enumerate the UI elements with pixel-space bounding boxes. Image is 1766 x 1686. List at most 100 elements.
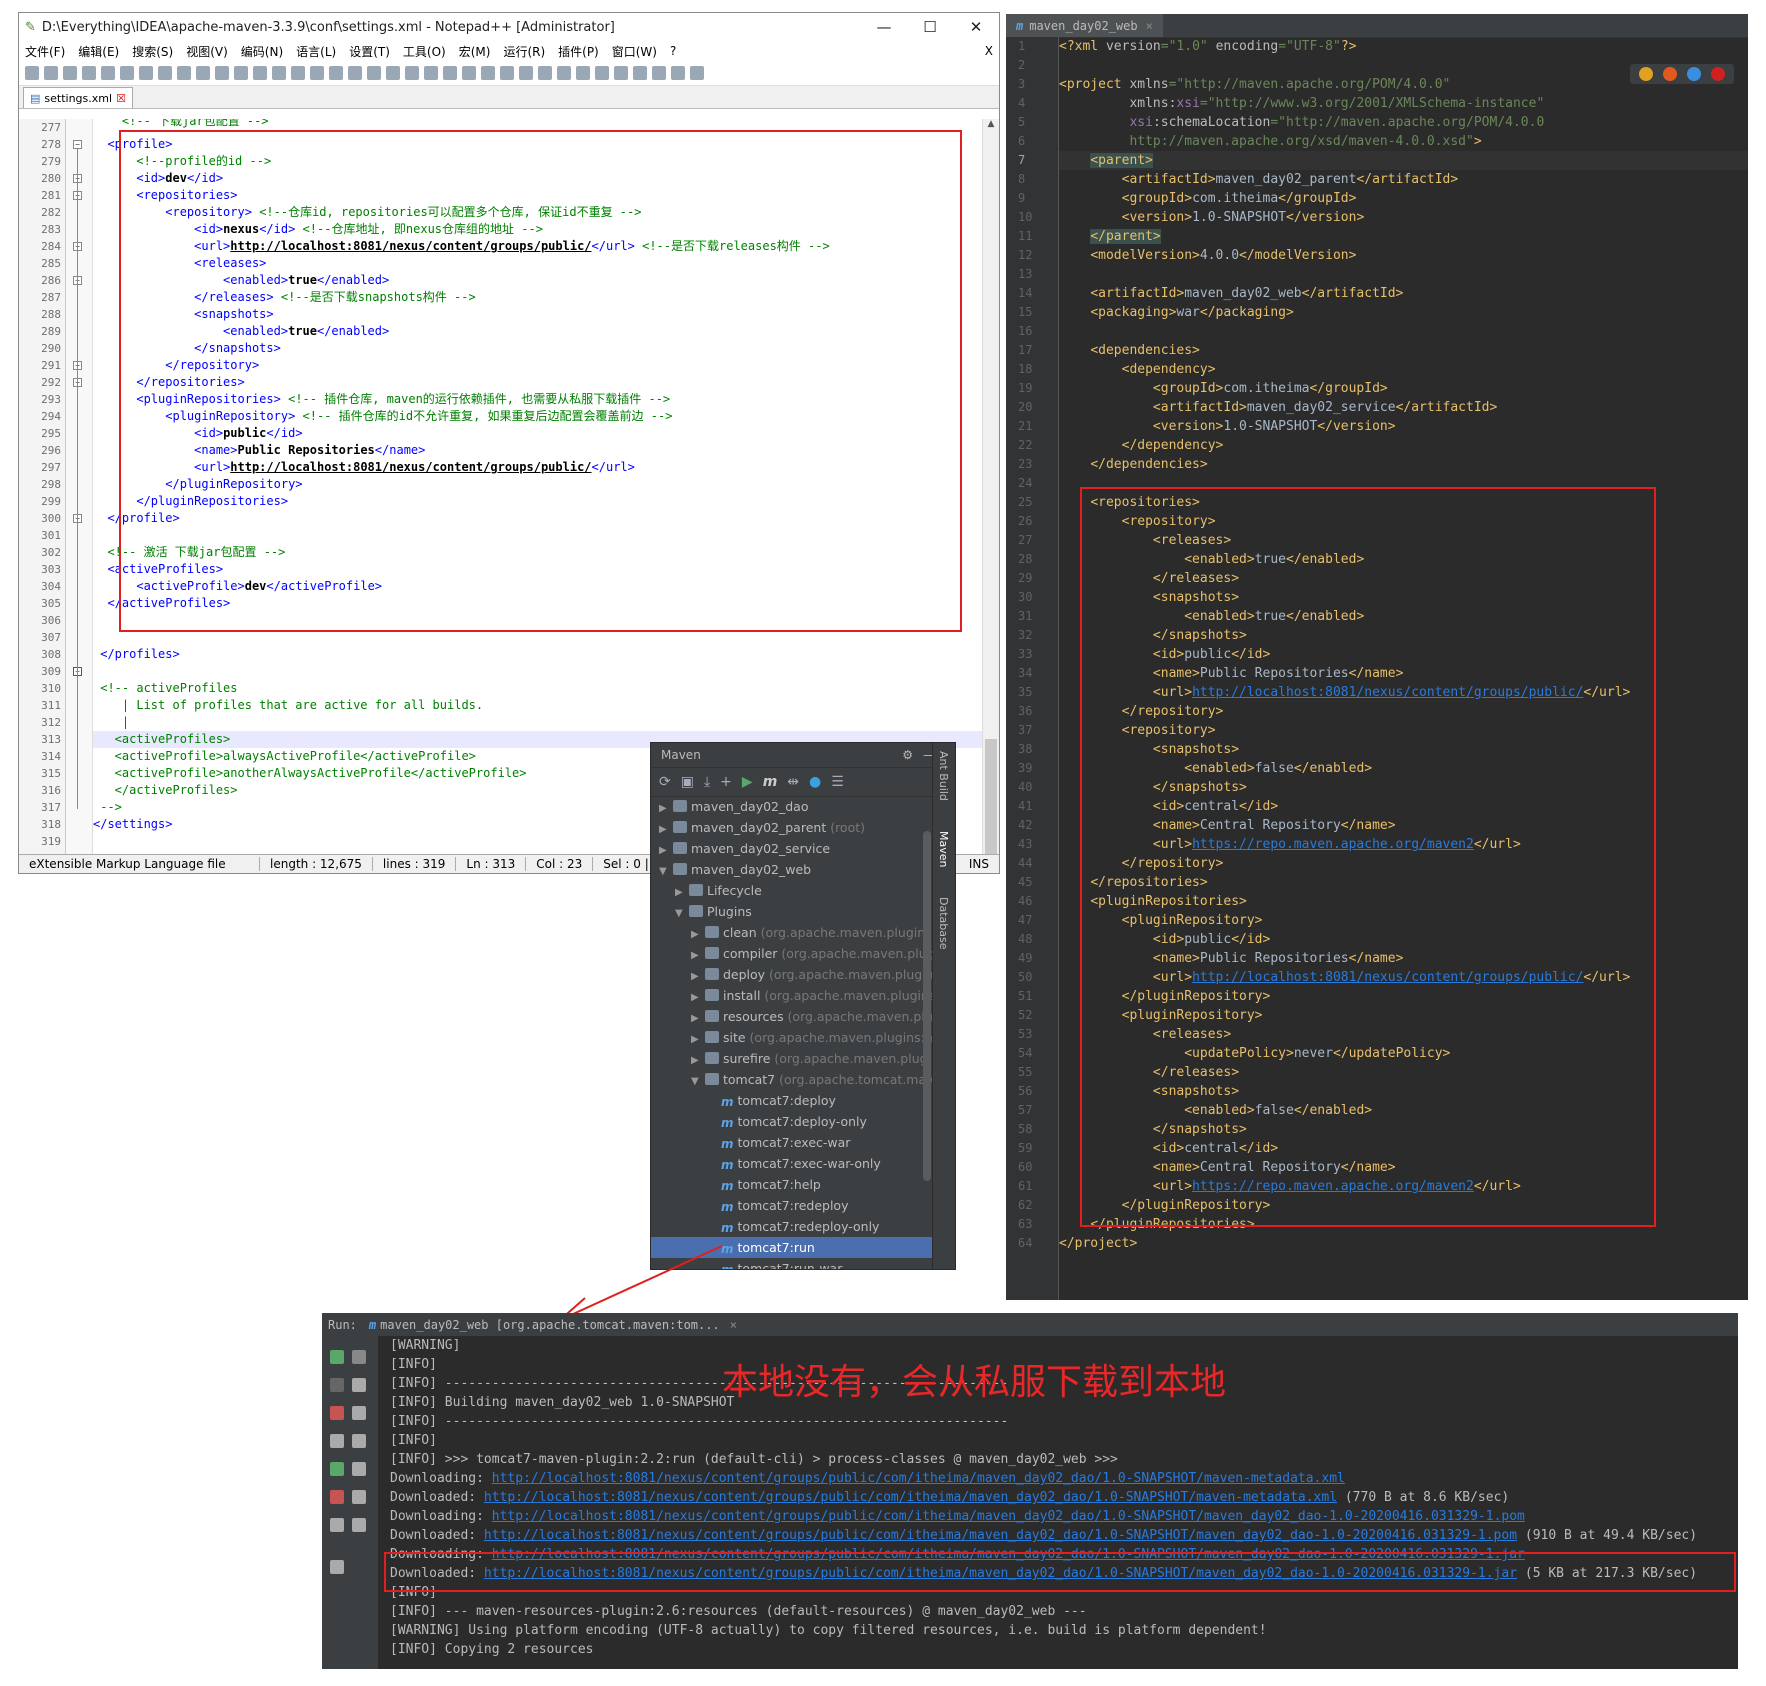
maven-goal-item[interactable]: m tomcat7:deploy [651,1090,933,1111]
tab-close-icon[interactable]: × [1146,19,1153,33]
expand-arrow-icon[interactable]: ▼ [691,1071,705,1090]
expand-arrow-icon[interactable]: ▶ [691,924,705,943]
toolbar-button-icon[interactable] [101,66,115,80]
execute-goal-icon[interactable]: m [763,774,778,790]
maven-goal-item[interactable]: m tomcat7:redeploy-only [651,1216,933,1237]
chrome-icon[interactable] [1639,67,1653,81]
expand-arrow-icon[interactable]: ▶ [691,1029,705,1048]
run-tab-label[interactable]: maven_day02_web [org.apache.tomcat.maven… [380,1318,720,1332]
console-link[interactable]: http://localhost:8081/nexus/content/grou… [492,1471,1345,1486]
toolbar-button-icon[interactable] [633,66,647,80]
menu-item[interactable]: 编码(N) [241,43,283,60]
toolbar-button-icon[interactable] [234,66,248,80]
toolbar-button-icon[interactable] [519,66,533,80]
skip-tests-icon[interactable]: ● [809,774,821,790]
firefox-icon[interactable] [1663,67,1677,81]
expand-arrow-icon[interactable]: ▶ [691,987,705,1006]
maven-goal-item[interactable]: m tomcat7:help [651,1174,933,1195]
toolbar-button-icon[interactable] [386,66,400,80]
toolbar-button-icon[interactable] [44,66,58,80]
toolbar-button-icon[interactable] [652,66,666,80]
toolbar-button-icon[interactable] [367,66,381,80]
maven-goal-item[interactable]: m tomcat7:run-war [651,1258,933,1269]
maven-project-item[interactable]: ▼ maven_day02_web [651,859,933,880]
menu-close-button[interactable]: X [985,44,993,58]
toolbar-button-icon[interactable] [215,66,229,80]
maven-plugin-item[interactable]: ▼ tomcat7 (org.apache.tomcat.maven [651,1069,933,1090]
maven-project-item[interactable]: ▶ maven_day02_parent (root) [651,817,933,838]
maven-plugin-item[interactable]: ▶ compiler (org.apache.maven.plugin [651,943,933,964]
maximize-button[interactable]: ☐ [907,18,953,36]
menu-item[interactable]: 宏(M) [459,43,491,60]
maven-scrollbar[interactable] [923,831,931,1181]
vertical-scrollbar[interactable]: ▲ [982,119,999,859]
run-icon[interactable]: ▶ [742,774,753,790]
collapse-all-icon[interactable]: ☰ [831,774,844,790]
gear-icon[interactable]: ⚙ [902,748,923,762]
maven-plugin-item[interactable]: ▶ surefire (org.apache.maven.plugin [651,1048,933,1069]
menu-item[interactable]: 视图(V) [186,43,228,60]
side-tab-ant-build[interactable]: Ant Build [937,751,950,801]
maven-plugin-item[interactable]: ▶ site (org.apache.maven.plugins:ma [651,1027,933,1048]
toolbar-button-icon[interactable] [348,66,362,80]
maven-project-item[interactable]: ▶ maven_day02_dao [651,796,933,817]
menu-item[interactable]: 工具(O) [403,43,446,60]
maven-project-item[interactable]: ▶ maven_day02_service [651,838,933,859]
tab-maven-day02-web[interactable]: m maven_day02_web × [1006,14,1163,37]
toolbar-button-icon[interactable] [158,66,172,80]
maven-goal-item[interactable]: m tomcat7:redeploy [651,1195,933,1216]
toolbar-button-icon[interactable] [253,66,267,80]
toolbar-button-icon[interactable] [405,66,419,80]
menu-item[interactable]: 运行(R) [503,43,545,60]
tab-close-icon[interactable]: ☒ [116,92,126,105]
menu-item[interactable]: 编辑(E) [78,43,119,60]
layout-icon[interactable] [330,1518,344,1532]
maven-plugins-item[interactable]: ▼ Plugins [651,901,933,922]
toolbar-button-icon[interactable] [120,66,134,80]
maven-goal-item[interactable]: m tomcat7:exec-war-only [651,1153,933,1174]
expand-arrow-icon[interactable]: ▶ [659,840,673,859]
console-link[interactable]: http://localhost:8081/nexus/content/grou… [492,1509,1525,1524]
tab-settings-xml[interactable]: ▤ settings.xml ☒ [23,87,133,108]
pin-icon[interactable] [330,1560,344,1574]
toolbar-button-icon[interactable] [671,66,685,80]
settings-icon[interactable] [330,1462,344,1476]
console-link[interactable]: http://localhost:8081/nexus/content/grou… [484,1490,1337,1505]
toolbar-button-icon[interactable] [329,66,343,80]
toolbar-button-icon[interactable] [196,66,210,80]
console-link[interactable]: http://localhost:8081/nexus/content/grou… [492,1547,1525,1562]
close-button[interactable]: ✕ [953,18,999,36]
maven-plugin-item[interactable]: ▶ install (org.apache.maven.plugins:m [651,985,933,1006]
maven-goal-item[interactable]: m tomcat7:run [651,1237,933,1258]
expand-arrow-icon[interactable]: ▼ [659,861,673,880]
add-icon[interactable]: + [720,774,732,790]
toolbar-button-icon[interactable] [25,66,39,80]
run-tab-close-icon[interactable]: × [730,1318,737,1332]
toolbar-button-icon[interactable] [82,66,96,80]
maven-goal-item[interactable]: m tomcat7:exec-war [651,1132,933,1153]
minimize-button[interactable]: — [861,18,907,36]
toolbar-button-icon[interactable] [291,66,305,80]
opera-icon[interactable] [1711,67,1725,81]
maven-plugin-item[interactable]: ▶ deploy (org.apache.maven.plugins: [651,964,933,985]
toggle-offline-icon[interactable]: ⇹ [787,774,799,790]
toolbar-button-icon[interactable] [310,66,324,80]
expand-arrow-icon[interactable]: ▶ [659,819,673,838]
maven-plugin-item[interactable]: ▶ resources (org.apache.maven.plugi [651,1006,933,1027]
menu-item[interactable]: ? [670,44,676,58]
trash-icon[interactable] [352,1518,366,1532]
menu-item[interactable]: 搜索(S) [132,43,173,60]
expand-arrow-icon[interactable]: ▶ [691,966,705,985]
fold-toggle-icon[interactable]: − [73,140,82,149]
menu-item[interactable]: 窗口(W) [612,43,657,60]
camera-icon[interactable] [330,1434,344,1448]
toolbar-button-icon[interactable] [443,66,457,80]
generate-sources-icon[interactable]: ▣ [681,774,694,790]
menu-item[interactable]: 文件(F) [25,43,65,60]
toolbar-button-icon[interactable] [500,66,514,80]
menu-item[interactable]: 语言(L) [296,43,336,60]
toolbar-button-icon[interactable] [614,66,628,80]
safari-icon[interactable] [1687,67,1701,81]
scroll-up-icon[interactable]: ▲ [983,119,999,129]
reimport-icon[interactable]: ⟳ [659,774,671,790]
